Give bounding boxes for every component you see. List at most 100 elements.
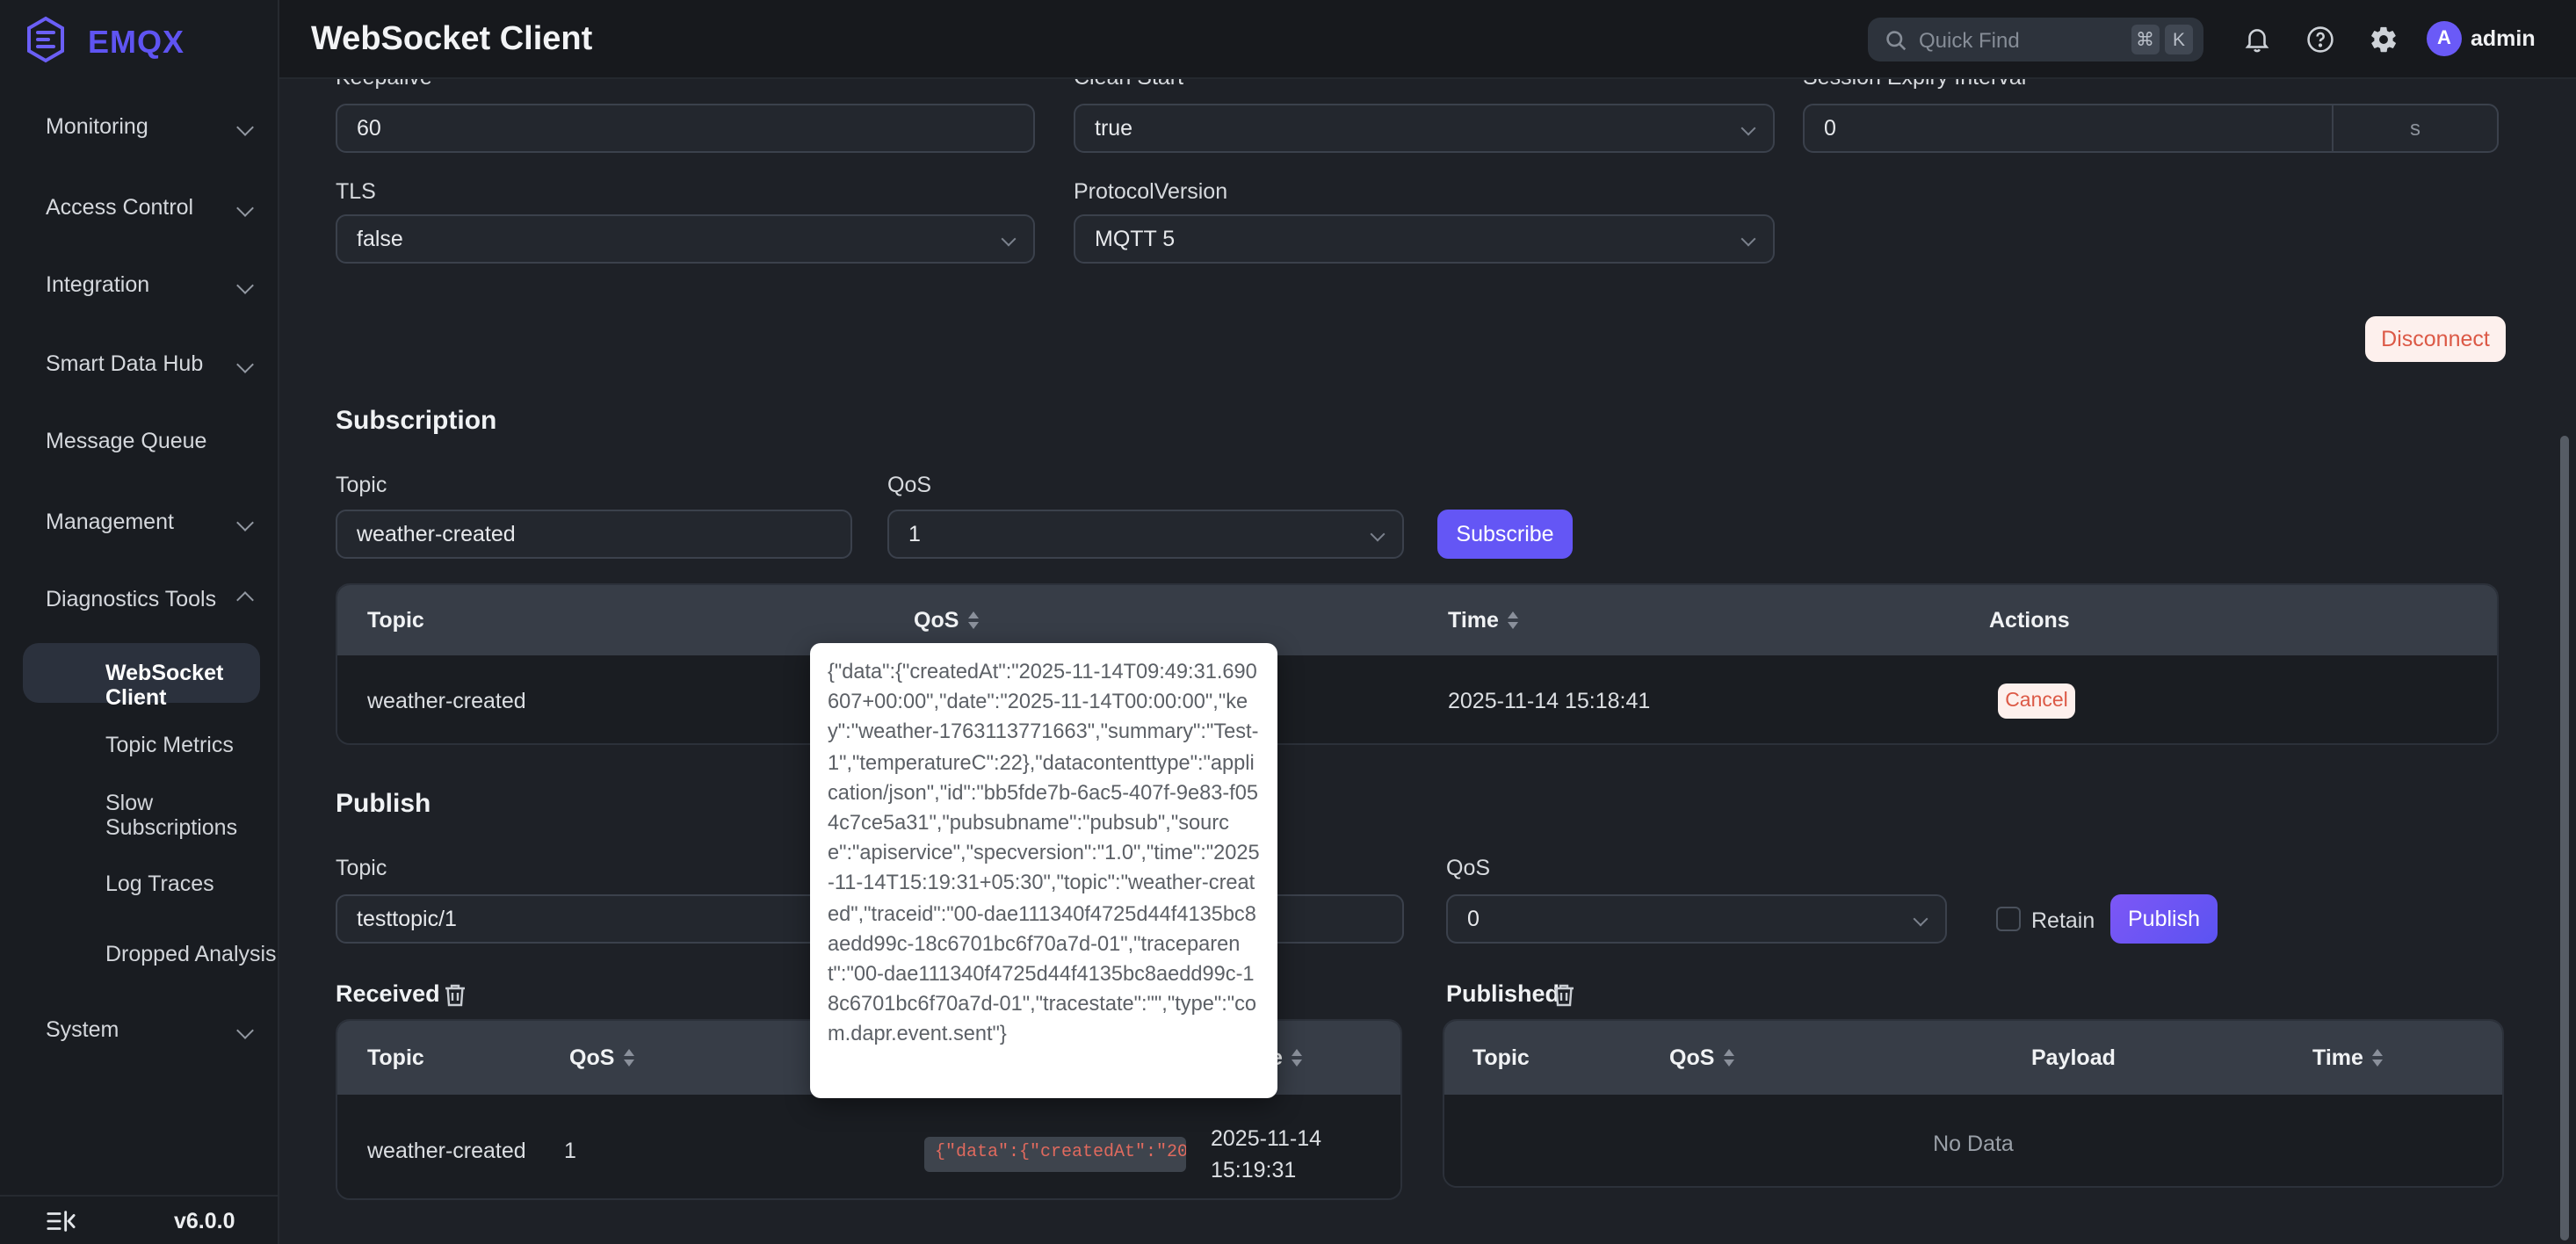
subscription-qos-select[interactable]: 1 bbox=[887, 510, 1404, 559]
col-header-time[interactable]: Time bbox=[1448, 585, 1518, 655]
content-area: Keepalive Clean Start Session Expiry Int… bbox=[279, 0, 2576, 1244]
version-label: v6.0.0 bbox=[174, 1208, 235, 1233]
session-expiry-value: 0 bbox=[1824, 116, 1836, 141]
chevron-up-icon bbox=[236, 590, 254, 608]
subscription-qos-value: 1 bbox=[908, 522, 921, 546]
clean-start-value: true bbox=[1095, 116, 1133, 141]
col-header-qos[interactable]: QoS bbox=[569, 1021, 634, 1095]
sidebar-item-management[interactable]: Management bbox=[0, 503, 279, 541]
subscription-heading: Subscription bbox=[336, 406, 497, 436]
clear-received-trash-icon[interactable] bbox=[443, 982, 467, 1009]
session-expiry-unit: s bbox=[2332, 105, 2497, 151]
sidebar-item-system[interactable]: System bbox=[0, 1010, 279, 1049]
clear-published-trash-icon[interactable] bbox=[1552, 982, 1576, 1009]
received-row-topic: weather-created bbox=[367, 1139, 526, 1163]
page-title: WebSocket Client bbox=[311, 21, 593, 58]
publish-topic-input[interactable]: testtopic/1 bbox=[336, 894, 852, 944]
chevron-down-icon bbox=[1913, 911, 1928, 927]
collapse-sidebar-icon[interactable] bbox=[46, 1209, 76, 1239]
username-label: admin bbox=[2471, 26, 2536, 51]
sort-carets-icon[interactable] bbox=[1291, 1049, 1302, 1067]
received-heading: Received bbox=[336, 980, 440, 1007]
sidebar-item-websocket-client[interactable]: WebSocket Client bbox=[23, 643, 260, 710]
sidebar-item-message-queue[interactable]: Message Queue bbox=[0, 422, 279, 460]
user-avatar[interactable]: A bbox=[2427, 21, 2462, 56]
subscription-row-topic: weather-created bbox=[367, 689, 526, 713]
col-header-actions: Actions bbox=[1989, 608, 2070, 633]
subscription-topic-value: weather-created bbox=[357, 522, 516, 546]
tls-select[interactable]: false bbox=[336, 214, 1035, 264]
sidebar-item-dropped-analysis[interactable]: Dropped Analysis bbox=[0, 937, 279, 972]
sidebar-item-log-traces[interactable]: Log Traces bbox=[0, 866, 279, 901]
disconnect-button[interactable]: Disconnect bbox=[2365, 316, 2506, 362]
sort-carets-icon[interactable] bbox=[1507, 611, 1518, 629]
chevron-down-icon bbox=[236, 355, 254, 372]
protocol-version-label: ProtocolVersion bbox=[1074, 179, 1228, 204]
col-header-topic: Topic bbox=[367, 608, 424, 633]
payload-tooltip: {"data":{"createdAt":"2025-11-14T09:49:3… bbox=[810, 643, 1277, 1098]
publish-heading: Publish bbox=[336, 789, 431, 819]
sidebar-item-topic-metrics[interactable]: Topic Metrics bbox=[0, 727, 279, 763]
publish-button[interactable]: Publish bbox=[2110, 894, 2218, 944]
sort-carets-icon[interactable] bbox=[623, 1049, 634, 1067]
subscription-topic-label: Topic bbox=[336, 473, 387, 497]
publish-qos-label: QoS bbox=[1446, 856, 1491, 880]
published-table: Topic QoS Payload Time No Data bbox=[1443, 1019, 2504, 1188]
clean-start-select[interactable]: true bbox=[1074, 104, 1775, 153]
chevron-down-icon bbox=[1001, 231, 1017, 247]
sort-carets-icon[interactable] bbox=[967, 611, 979, 629]
received-table-row: weather-created 1 {"data":{"createdAt":"… bbox=[337, 1095, 1400, 1198]
search-icon bbox=[1886, 30, 1907, 50]
received-row-payload-chip[interactable]: {"data":{"createdAt":"202 bbox=[924, 1137, 1186, 1172]
subscribe-button[interactable]: Subscribe bbox=[1437, 510, 1573, 559]
session-expiry-input[interactable]: 0 s bbox=[1803, 104, 2499, 153]
publish-topic-label: Topic bbox=[336, 856, 387, 880]
published-heading: Published bbox=[1446, 980, 1560, 1007]
payload-tooltip-text: {"data":{"createdAt":"2025-11-14T09:49:3… bbox=[828, 659, 1260, 1046]
sidebar-item-access-control[interactable]: Access Control bbox=[0, 188, 279, 227]
retain-label: Retain bbox=[2031, 908, 2095, 933]
chevron-down-icon bbox=[236, 199, 254, 216]
vertical-scrollbar[interactable] bbox=[2560, 436, 2569, 1240]
protocol-version-select[interactable]: MQTT 5 bbox=[1074, 214, 1775, 264]
emqx-logo-icon bbox=[27, 16, 64, 63]
received-row-time: 2025-11-14 15:19:31 bbox=[1211, 1126, 1322, 1183]
published-table-empty: No Data bbox=[1444, 1095, 2502, 1186]
emqx-dashboard: Keepalive Clean Start Session Expiry Int… bbox=[0, 0, 2576, 1244]
brand-name[interactable]: EMQX bbox=[88, 25, 185, 61]
received-row-qos: 1 bbox=[564, 1139, 576, 1163]
chevron-down-icon bbox=[1740, 231, 1756, 247]
help-icon[interactable] bbox=[2305, 25, 2335, 54]
retain-checkbox[interactable] bbox=[1996, 907, 2021, 931]
settings-gear-icon[interactable] bbox=[2369, 25, 2399, 54]
subscription-table: Topic QoS Time Actions weather-created 2… bbox=[336, 583, 2499, 745]
col-header-topic: Topic bbox=[1473, 1045, 1530, 1070]
sidebar-item-smart-data-hub[interactable]: Smart Data Hub bbox=[0, 344, 279, 383]
keepalive-input[interactable]: 60 bbox=[336, 104, 1035, 153]
keepalive-value: 60 bbox=[357, 116, 381, 141]
chevron-down-icon bbox=[236, 276, 254, 293]
sidebar-item-monitoring[interactable]: Monitoring bbox=[0, 107, 279, 146]
k-key-badge: K bbox=[2165, 25, 2193, 54]
tooltip-arrow bbox=[1020, 1085, 1046, 1098]
subscription-topic-input[interactable]: weather-created bbox=[336, 510, 852, 559]
notifications-bell-icon[interactable] bbox=[2242, 25, 2272, 54]
quick-find-search[interactable]: Quick Find ⌘ K bbox=[1868, 18, 2203, 61]
sidebar-item-slow-subscriptions[interactable]: Slow Subscriptions bbox=[0, 791, 279, 840]
col-header-topic: Topic bbox=[367, 1045, 424, 1070]
cancel-subscription-button[interactable]: Cancel bbox=[1998, 683, 2075, 719]
col-header-qos[interactable]: QoS bbox=[1669, 1021, 1734, 1095]
sort-carets-icon[interactable] bbox=[1723, 1049, 1734, 1067]
col-header-time[interactable]: Time bbox=[2312, 1021, 2383, 1095]
publish-topic-value: testtopic/1 bbox=[357, 907, 457, 931]
chevron-down-icon bbox=[236, 1021, 254, 1038]
search-placeholder: Quick Find bbox=[1919, 27, 2020, 52]
subscription-table-row: weather-created 2025-11-14 15:18:41 Canc… bbox=[337, 655, 2497, 743]
protocol-version-value: MQTT 5 bbox=[1095, 227, 1176, 251]
sidebar-item-diagnostics-tools[interactable]: Diagnostics Tools bbox=[0, 580, 279, 618]
chevron-down-icon bbox=[1740, 120, 1756, 136]
sort-carets-icon[interactable] bbox=[2371, 1049, 2383, 1067]
sidebar-item-integration[interactable]: Integration bbox=[0, 265, 279, 304]
publish-qos-select[interactable]: 0 bbox=[1446, 894, 1947, 944]
chevron-down-icon bbox=[236, 118, 254, 135]
